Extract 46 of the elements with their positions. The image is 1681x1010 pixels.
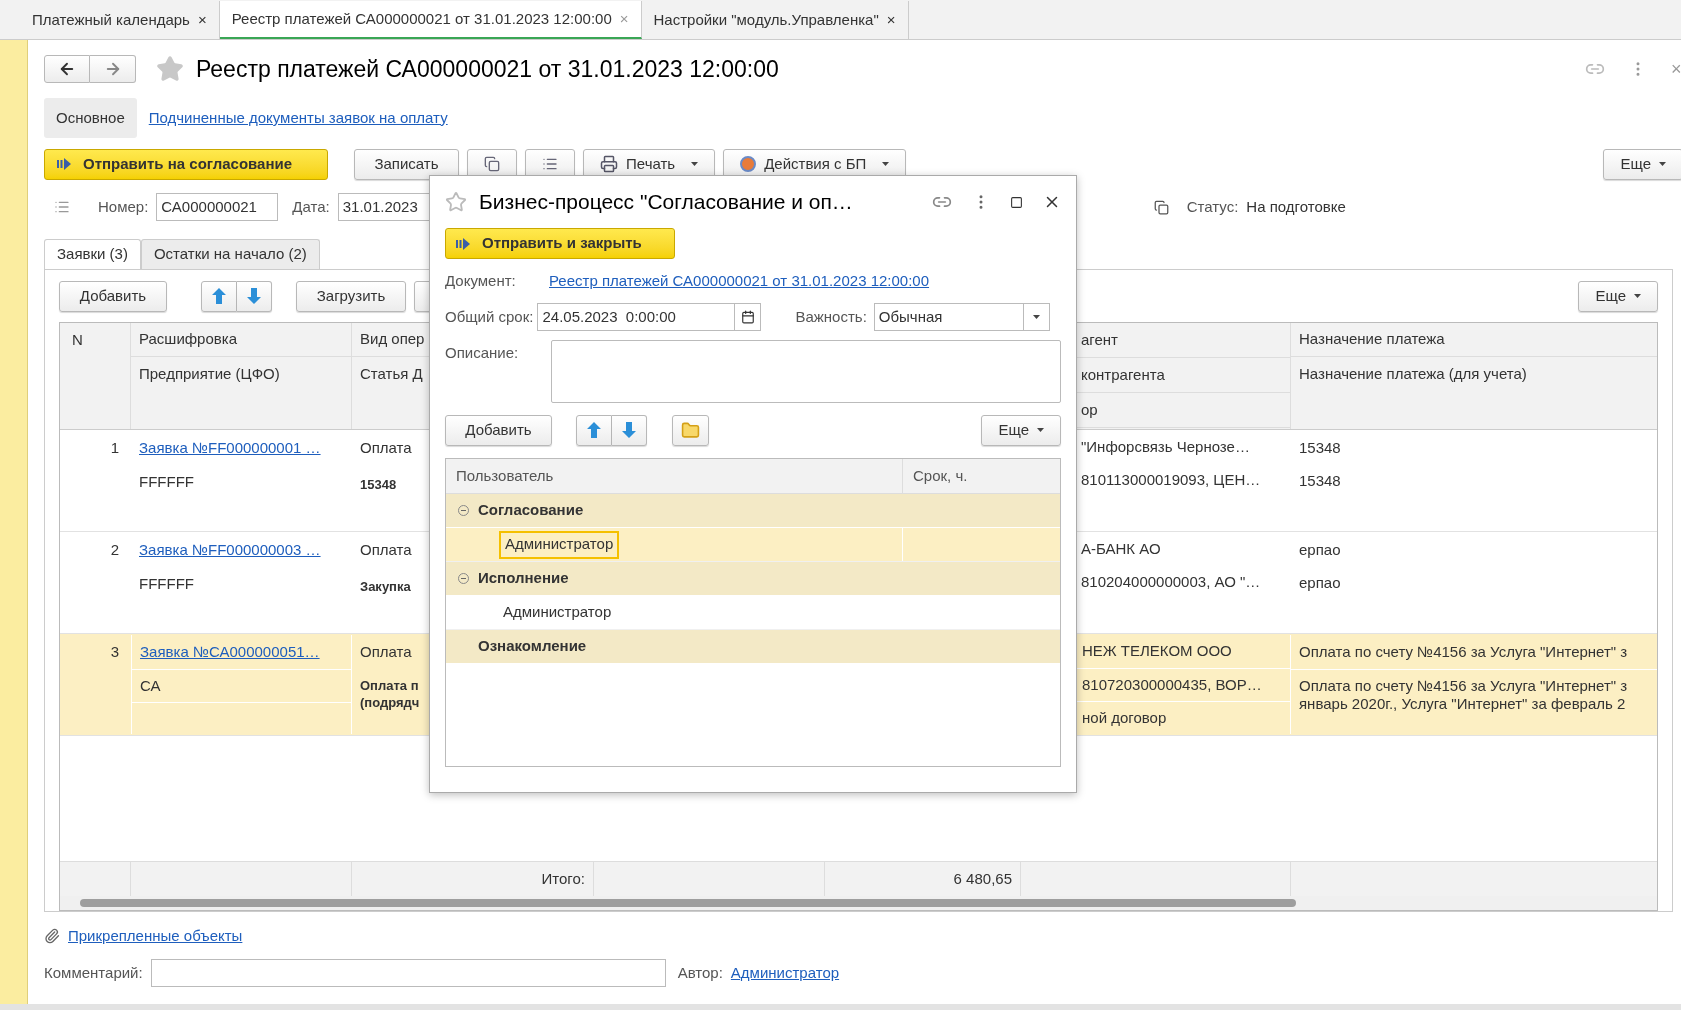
user-name: Администратор [502, 602, 613, 623]
author-label: Автор: [677, 962, 723, 983]
table-cell: СА [132, 669, 351, 703]
document-label: Документ: [445, 270, 517, 291]
comment-label: Комментарий: [44, 962, 143, 983]
table-cell: Оплата по счету №4156 за Услуга "Интернет" з январь 2020г., Услуга "Интернет" за февраль 2 [1299, 677, 1628, 713]
table-cell: ерпао [1299, 541, 1341, 559]
row-number: 1 [109, 437, 120, 458]
table-cell-text: Оплата [360, 437, 412, 458]
table-cell: ерпао [1299, 574, 1341, 592]
article-cell: Оплата п (подрядч [360, 677, 420, 711]
number-label: Номер: [98, 196, 149, 217]
article-cell: Закупка [360, 578, 411, 595]
group-label: Ознакомление [478, 636, 587, 657]
table-cell-text: "Инфорсвязь Чернозе… [1080, 437, 1251, 458]
status-value: На подготовке [1246, 196, 1346, 217]
column-header: Срок, ч. [912, 465, 969, 486]
table-cell-text: 810204000000003, АО "… [1080, 572, 1262, 593]
user-name: Администратор [499, 530, 620, 559]
table-cell-text: Оплата [360, 641, 412, 662]
status-label: Статус: [1186, 196, 1239, 217]
table-cell-text: FFFFFF [138, 573, 195, 594]
column-header: Статья Д [359, 363, 424, 384]
dialog-title: Бизнес-процесс "Согласование и оп… [479, 189, 853, 216]
table-cell-text: 810113000019093, ЦЕН… [1080, 470, 1262, 491]
table-cell-text: FFFFFF [138, 471, 195, 492]
table-cell-text: Оплата [360, 539, 412, 560]
table-cell: 15348 [1299, 472, 1341, 490]
table-cell: Оплата по счету №4156 за Услуга "Интернет" з [1299, 643, 1628, 661]
date-label: Дата: [292, 196, 330, 217]
group-label: Исполнение [478, 568, 569, 589]
column-header: Назначение платежа (для учета) [1298, 363, 1528, 384]
column-header: N [60, 323, 131, 429]
article-cell: 15348 [360, 476, 397, 493]
form-title: Реестр платежей СА000000021 от 31.01.2023 12:00:00 [196, 54, 779, 84]
table-cell-text: А-БАНК АО [1080, 539, 1162, 560]
table-cell-text: НЕЖ ТЕЛЕКОМ ООО [1081, 641, 1233, 662]
row-number: 2 [109, 539, 120, 560]
column-header: Предприятие (ЦФО) [138, 363, 281, 384]
importance-label: Важность: [795, 306, 867, 327]
column-header: Расшифровка [131, 323, 351, 357]
group-label: Согласование [478, 500, 584, 521]
table-cell: 15348 [1299, 439, 1341, 457]
column-header: Пользователь [446, 459, 903, 493]
column-header: Назначение платежа [1291, 323, 1657, 357]
row-number: 3 [109, 641, 120, 662]
